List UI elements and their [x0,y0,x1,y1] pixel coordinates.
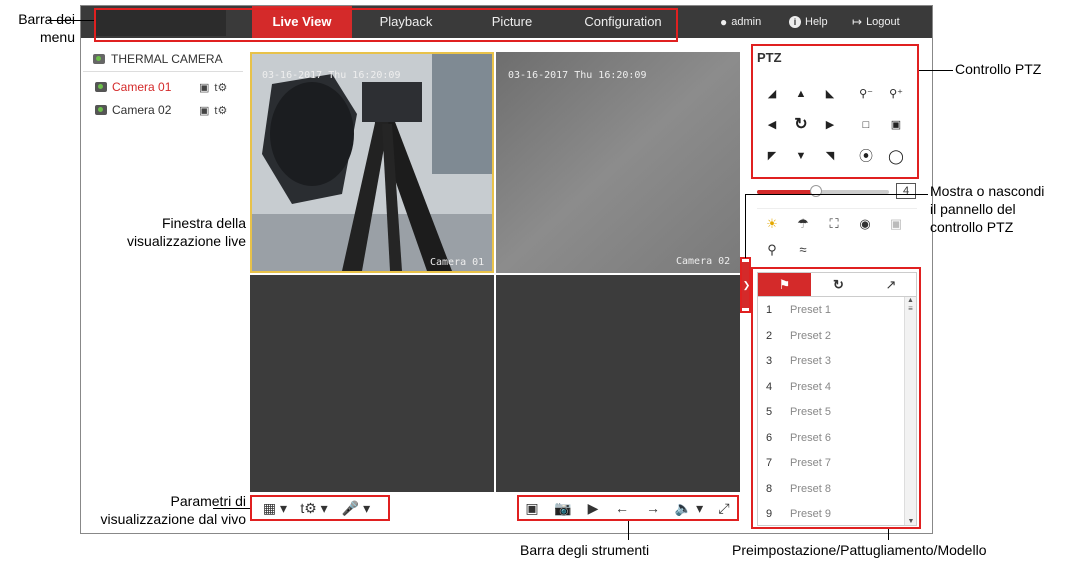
annotation-live-params: Parametri di visualizzazione dal vivo [40,492,246,528]
annotation-ptz-control: Controllo PTZ [955,61,1042,77]
callout-live-params [250,495,390,521]
camera-feed-image [252,54,492,271]
camera-icon [95,105,107,115]
callout-preset-panel [751,267,921,529]
record-icon[interactable]: ▣ [199,81,209,94]
ptz-function-bar: ☀ ☂ ⛶ ◉ ▣ ⚲ ≈ [757,208,917,264]
video-pane-3[interactable] [250,275,494,492]
annotation-line: visualizzazione dal vivo [100,511,246,527]
leader-line [213,508,250,509]
osd-camera-label: Camera 02 [676,256,731,267]
callout-toolbar [517,495,739,521]
help-label: Help [805,16,828,28]
logout-link[interactable]: ↦ Logout [852,6,900,38]
screenshot-root: Live View Playback Picture Configuration… [0,0,1077,561]
lens-init-icon[interactable]: ◉ [850,211,880,237]
thermal-feed-image [496,52,740,273]
osd-timestamp: 03-16-2017 Thu 16:20:09 [262,70,401,81]
callout-ptz-control [751,44,919,179]
annotation-hide-panel: Mostra o nascondi il pannello del contro… [930,182,1044,236]
device-name: THERMAL CAMERA [111,52,223,66]
video-pane-4[interactable] [496,275,740,492]
logout-icon: ↦ [852,15,863,29]
annotation-line: il pannello del [930,201,1016,217]
leader-line [745,194,928,195]
device-icon [93,54,105,64]
manual-tracking-icon[interactable]: ⚲ [757,237,787,263]
user-name: admin [731,16,762,28]
annotation-line: Finestra della [161,215,246,231]
video-pane-1[interactable]: 03-16-2017 Thu 16:20:09 Camera 01 [250,52,494,273]
help-link[interactable]: i Help [789,6,828,38]
leader-line [48,20,94,21]
annotation-menu-bar: Barra dei menu [5,10,75,46]
leader-line [888,529,889,540]
video-pane-2[interactable]: 03-16-2017 Thu 16:20:09 Camera 02 [496,52,740,273]
annotation-live-window: Finestra della visualizzazione live [84,214,246,250]
camera-item-1[interactable]: Camera 01 ▣ t⚙ [95,80,227,94]
annotation-line: menu [39,29,75,45]
tree-divider [83,71,243,72]
ptz-speed-value: 4 [896,183,916,199]
user-icon: ● [720,15,728,29]
help-icon: i [789,16,801,28]
annotation-line: visualizzazione live [126,233,246,249]
stream-icon[interactable]: t⚙ [214,104,227,117]
camera-label: Camera 02 [112,103,172,117]
stream-icon[interactable]: t⚙ [214,81,227,94]
leader-line [919,70,953,71]
wiper-icon[interactable]: ☂ [788,211,818,237]
device-tree-root[interactable]: THERMAL CAMERA [93,52,223,66]
heater-icon[interactable]: ≈ [788,237,818,263]
osd-timestamp: 03-16-2017 Thu 16:20:09 [508,70,647,81]
leader-line [628,521,629,540]
annotation-line: controllo PTZ [930,219,1014,235]
annotation-toolbar: Barra degli strumenti [520,542,650,558]
annotation-line: Barra dei [18,11,75,27]
user-menu[interactable]: ● admin [720,6,761,38]
auxiliary-focus-icon[interactable]: ⛶ [819,211,849,237]
annotation-preset-patrol: Preimpostazione/Pattugliamento/Modello [732,542,987,558]
osd-camera-label: Camera 01 [430,257,485,268]
leader-line [745,194,746,258]
camera-item-2[interactable]: Camera 02 ▣ t⚙ [95,103,227,117]
callout-hide-ptz [740,257,751,313]
area-focus-icon[interactable]: ▣ [881,211,911,237]
logout-label: Logout [866,16,900,28]
light-icon[interactable]: ☀ [757,211,787,237]
callout-menu-bar [94,8,678,42]
annotation-line: Mostra o nascondi [930,183,1045,199]
record-icon[interactable]: ▣ [199,104,209,117]
camera-label: Camera 01 [112,80,172,94]
camera-icon [95,82,107,92]
